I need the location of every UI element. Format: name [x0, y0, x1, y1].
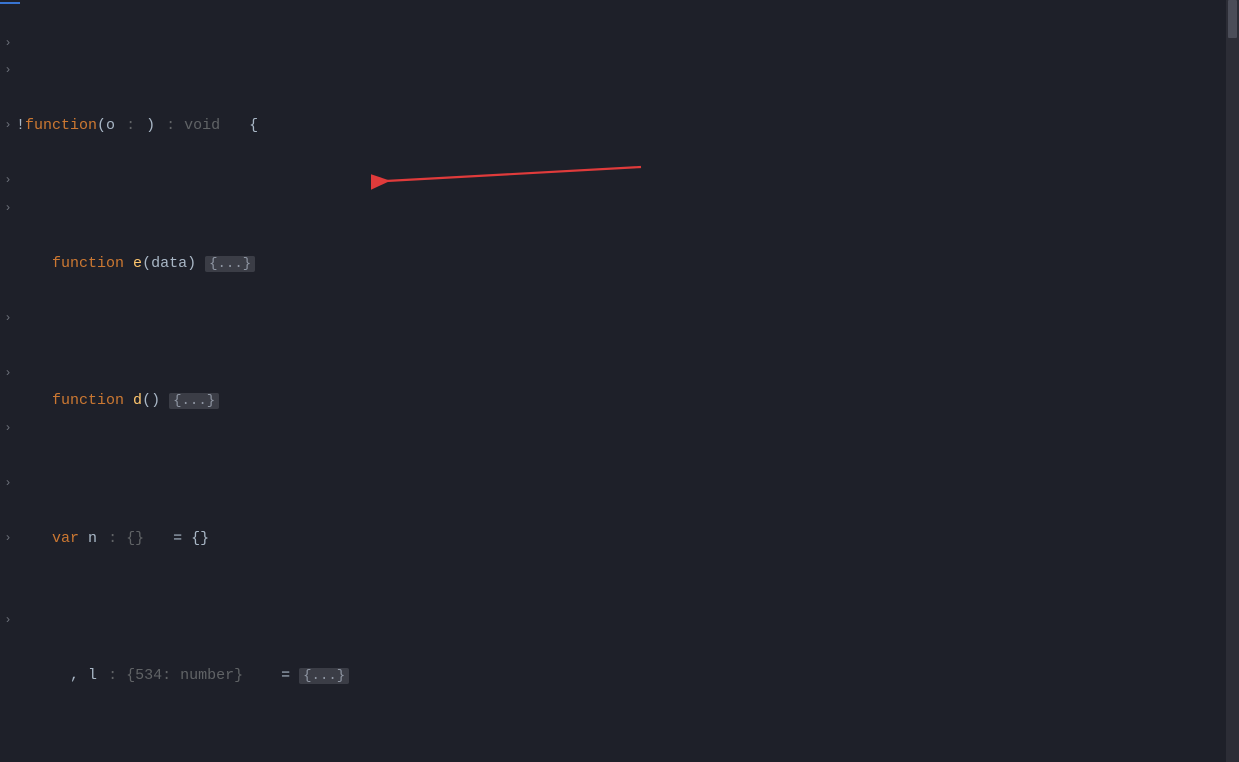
fold-toggle[interactable]: ›: [0, 57, 16, 85]
fold-region[interactable]: {...}: [299, 668, 349, 684]
fold-toggle[interactable]: [0, 250, 16, 278]
fold-toggle[interactable]: ›: [0, 195, 16, 223]
code-line: var n : {} = {}: [16, 525, 1226, 553]
fold-toggle[interactable]: [0, 222, 16, 250]
fold-toggle[interactable]: ›: [0, 525, 16, 553]
fold-region[interactable]: {...}: [169, 393, 219, 409]
fold-toggle[interactable]: [0, 552, 16, 580]
vertical-scrollbar[interactable]: [1226, 0, 1239, 762]
fold-toggle[interactable]: [0, 662, 16, 690]
code-line: function e(data) {...}: [16, 250, 1226, 278]
code-line: !function(o : ) : void {: [16, 112, 1226, 140]
fold-toggle[interactable]: [0, 580, 16, 608]
fold-toggle[interactable]: ›: [0, 30, 16, 58]
fold-toggle[interactable]: ›: [0, 607, 16, 635]
fold-region[interactable]: {...}: [205, 256, 255, 272]
fold-toggle[interactable]: ›: [0, 112, 16, 140]
fold-toggle[interactable]: ›: [0, 360, 16, 388]
fold-toggle[interactable]: ›: [0, 167, 16, 195]
fold-toggle[interactable]: [0, 85, 16, 113]
code-editor: › › › › › › › › › › › !function(o : ) : …: [0, 0, 1239, 762]
fold-toggle[interactable]: [0, 332, 16, 360]
fold-toggle[interactable]: [0, 387, 16, 415]
fold-toggle[interactable]: [0, 635, 16, 663]
annotation-arrow-icon: [371, 161, 651, 191]
code-line: function d() {...}: [16, 387, 1226, 415]
fold-toggle[interactable]: ›: [0, 305, 16, 333]
scrollbar-thumb[interactable]: [1228, 0, 1237, 38]
code-line: , l : {534: number} = {...}: [16, 662, 1226, 690]
fold-toggle[interactable]: [0, 690, 16, 718]
fold-toggle[interactable]: [0, 2, 16, 30]
fold-toggle[interactable]: ›: [0, 470, 16, 498]
fold-gutter: › › › › › › › › › › ›: [0, 0, 16, 762]
fold-toggle[interactable]: [0, 140, 16, 168]
code-body[interactable]: !function(o : ) : void { function e(data…: [16, 0, 1226, 762]
fold-toggle[interactable]: [0, 277, 16, 305]
fold-toggle[interactable]: [0, 497, 16, 525]
fold-toggle[interactable]: ›: [0, 415, 16, 443]
fold-toggle[interactable]: [0, 442, 16, 470]
fold-toggle[interactable]: [0, 717, 16, 745]
